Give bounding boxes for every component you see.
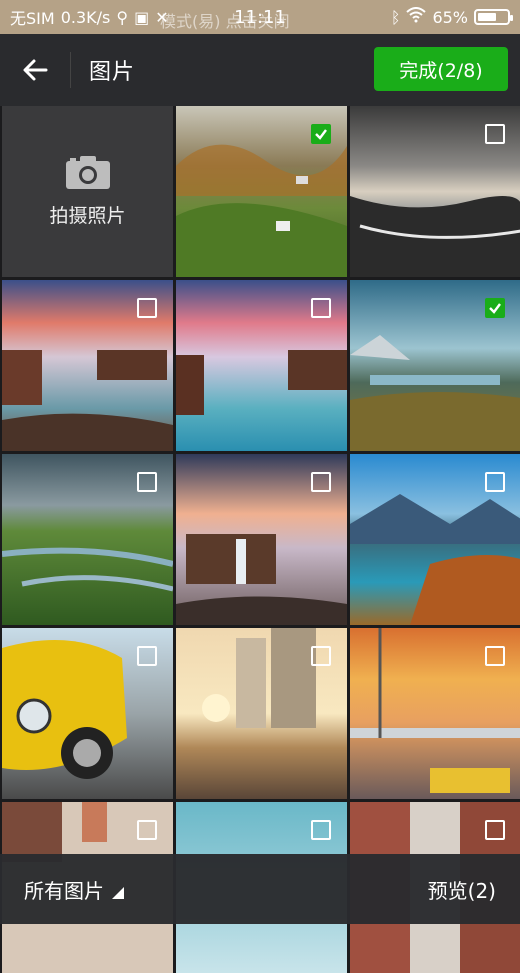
take-photo-button[interactable]: 拍摄照片 [2, 106, 173, 277]
photo-checkbox[interactable] [311, 298, 331, 318]
folder-label: 所有图片 [24, 878, 104, 903]
folder-selector[interactable]: 所有图片 [24, 875, 124, 904]
photo-checkbox[interactable] [311, 124, 331, 144]
back-button[interactable] [0, 34, 70, 106]
battery-icon [474, 9, 513, 25]
title-bar: 图片 完成(2/8) [0, 34, 520, 106]
photo-cell[interactable] [176, 106, 347, 277]
photo-checkbox[interactable] [137, 646, 157, 666]
photo-checkbox[interactable] [137, 298, 157, 318]
photo-cell[interactable] [2, 454, 173, 625]
camera-icon [65, 156, 110, 189]
photo-checkbox[interactable] [485, 298, 505, 318]
photo-checkbox[interactable] [311, 820, 331, 840]
bottom-bar: 所有图片 预览(2) [0, 854, 520, 924]
photo-checkbox[interactable] [485, 820, 505, 840]
battery-percent: 65% [432, 7, 468, 27]
photo-cell[interactable] [350, 628, 520, 799]
photo-cell[interactable] [350, 106, 520, 277]
photo-cell[interactable] [350, 280, 520, 451]
page-title: 图片 [89, 60, 136, 85]
photo-cell[interactable] [176, 280, 347, 451]
photo-checkbox[interactable] [137, 472, 157, 492]
photo-cell[interactable] [2, 280, 173, 451]
checkmark-icon [315, 129, 327, 140]
status-bar: 无SIM 0.3K/s ⚲ ▣ ✕ 模式(易) 点击关闭 11:11 ᛒ 65% [0, 0, 520, 34]
photo-checkbox[interactable] [485, 472, 505, 492]
photo-checkbox[interactable] [137, 820, 157, 840]
notification-icon: ▣ [134, 7, 150, 27]
photo-checkbox[interactable] [311, 472, 331, 492]
back-arrow-icon [23, 59, 48, 81]
dropdown-triangle-icon [110, 880, 124, 904]
preview-button[interactable]: 预览(2) [428, 875, 496, 904]
carrier-text: 无SIM [10, 9, 55, 28]
usb-icon: ⚲ [116, 7, 129, 27]
title-divider [70, 52, 71, 88]
photo-cell[interactable] [2, 628, 173, 799]
photo-grid: 拍摄照片 [0, 106, 520, 973]
wifi-icon [406, 7, 427, 27]
done-button[interactable]: 完成(2/8) [374, 47, 508, 91]
checkmark-icon [489, 303, 501, 314]
take-photo-label: 拍摄照片 [49, 205, 126, 227]
status-hint: 模式(易) 点击关闭 [160, 12, 290, 31]
network-speed: 0.3K/s [60, 7, 111, 27]
bluetooth-icon: ᛒ [390, 7, 401, 27]
photo-checkbox[interactable] [485, 646, 505, 666]
photo-cell[interactable] [350, 454, 520, 625]
photo-checkbox[interactable] [485, 124, 505, 144]
photo-checkbox[interactable] [311, 646, 331, 666]
photo-cell[interactable] [176, 454, 347, 625]
photo-cell[interactable] [176, 628, 347, 799]
